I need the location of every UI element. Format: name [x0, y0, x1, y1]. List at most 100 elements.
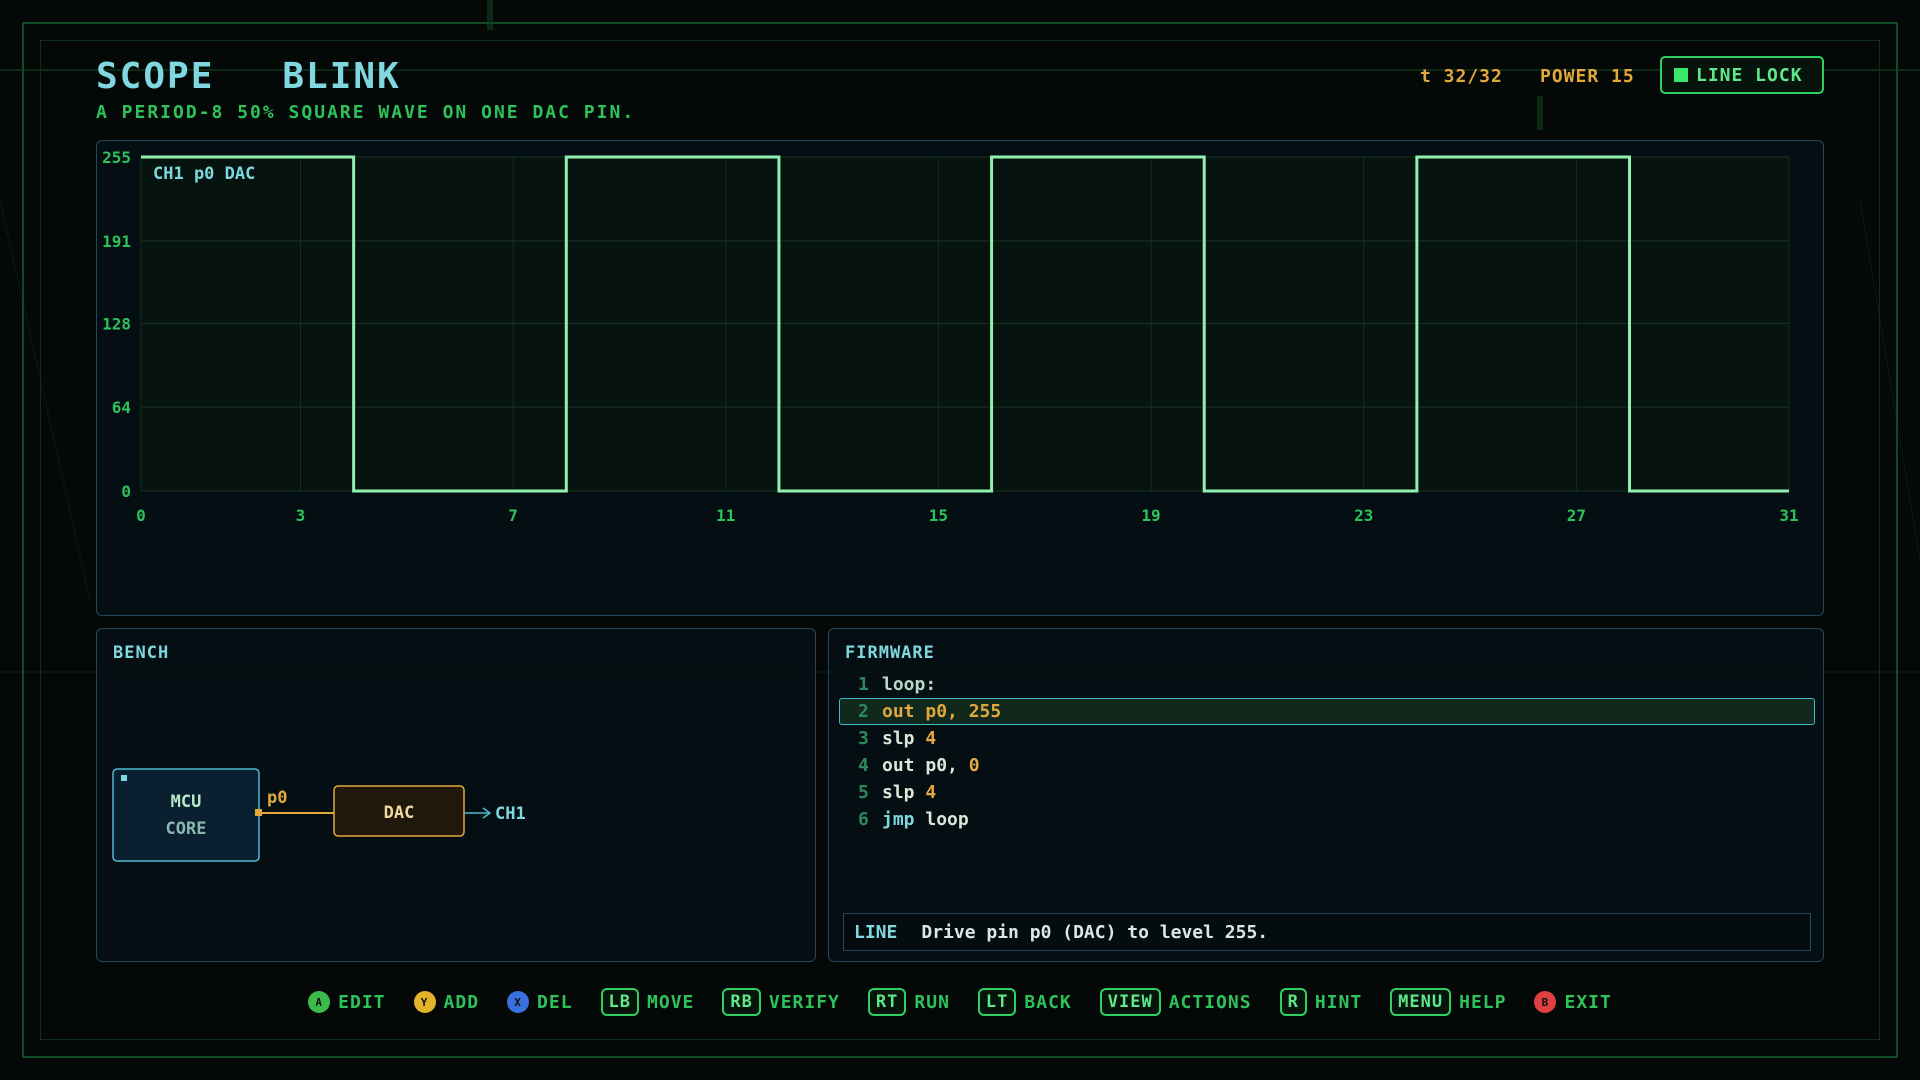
y-tick-label: 128 [102, 314, 131, 333]
mcu-indicator-icon [121, 775, 127, 781]
key-rb-icon: RB [722, 988, 761, 1016]
key-lb-icon: LB [600, 988, 640, 1016]
code-token: out [882, 701, 926, 722]
button-b-icon: B [1534, 991, 1557, 1013]
time-counter: t 32/32 [1420, 66, 1503, 87]
x-tick-label: 7 [508, 506, 518, 525]
bench-panel: BENCH MCU CORE p0 DAC CH1 [96, 628, 816, 962]
key-menu-icon: MENU [1390, 988, 1452, 1016]
key-r-icon: R [1279, 988, 1307, 1016]
y-tick-label: 255 [102, 148, 131, 167]
x-tick-label: 27 [1567, 506, 1586, 525]
line-help-box: LINE Drive pin p0 (DAC) to level 255. [843, 913, 1811, 951]
code-line-1[interactable]: 1 loop: [839, 671, 1815, 698]
code-line-4[interactable]: 4 out p0, 0 [839, 752, 1815, 779]
code-token: p0, [925, 755, 969, 776]
x-tick-label: 0 [136, 506, 146, 525]
code-token: 0 [968, 755, 980, 776]
hint-exit[interactable]: B EXIT [1534, 991, 1611, 1013]
code-line-2[interactable]: 2 out p0, 255 [839, 698, 1815, 725]
code-line-5[interactable]: 5 slp 4 [839, 779, 1815, 806]
hint-hint[interactable]: R HINT [1279, 988, 1363, 1016]
scope-chart: 0 64 128 191 255 0 3 7 11 15 19 23 27 31 CH1 p0 DAC [102, 148, 1799, 525]
code-token: out [882, 755, 926, 776]
x-tick-label: 19 [1141, 506, 1160, 525]
hint-label: BACK [1024, 991, 1072, 1013]
hint-run[interactable]: RT RUN [867, 988, 950, 1016]
y-tick-label: 0 [121, 482, 131, 501]
code-editor[interactable]: 1 loop: 2 out p0, 255 3 slp 4 4 out p0, 0 5 slp 4… [839, 671, 1815, 833]
hint-label: VERIFY [768, 991, 840, 1013]
x-tick-label: 3 [296, 506, 306, 525]
code-token: slp [882, 728, 926, 749]
hint-del[interactable]: X DEL [507, 991, 573, 1013]
lock-square-icon [1674, 68, 1688, 82]
scope-panel: 0 64 128 191 255 0 3 7 11 15 19 23 27 31 CH1 p0 DAC [96, 140, 1824, 616]
code-line-6[interactable]: 6 jmp loop [839, 806, 1815, 833]
hint-help[interactable]: MENU HELP [1390, 988, 1506, 1016]
line-help-tag: LINE [854, 921, 898, 943]
hint-actions[interactable]: VIEW ACTIONS [1099, 988, 1252, 1016]
hint-label: MOVE [647, 991, 695, 1013]
hint-back[interactable]: LT BACK [977, 988, 1072, 1016]
x-tick-label: 23 [1354, 506, 1373, 525]
mcu-core-block[interactable] [112, 768, 260, 862]
firmware-title: FIRMWARE [845, 643, 935, 663]
code-token: loop [925, 809, 969, 830]
mcu-label: MCU [171, 792, 202, 812]
key-rt-icon: RT [867, 988, 907, 1016]
core-label: CORE [166, 819, 207, 839]
button-x-icon: X [507, 991, 530, 1013]
pin-label: p0 [267, 788, 287, 808]
hint-label: RUN [914, 991, 950, 1013]
line-number: 4 [858, 755, 869, 776]
code-line-3[interactable]: 3 slp 4 [839, 725, 1815, 752]
hint-move[interactable]: LB MOVE [600, 988, 695, 1016]
hint-label: HINT [1314, 991, 1363, 1013]
line-number: 2 [858, 701, 869, 722]
code-token: p0, 255 [925, 701, 1002, 722]
x-tick-label: 15 [929, 506, 948, 525]
y-tick-label: 191 [102, 232, 131, 251]
hint-label: DEL [537, 991, 573, 1013]
title-level: BLINK [282, 56, 401, 97]
code-token: loop: [882, 674, 937, 695]
code-token: jmp [882, 809, 926, 830]
code-token: 4 [925, 728, 937, 749]
line-number: 6 [858, 809, 869, 830]
x-tick-label: 11 [716, 506, 735, 525]
line-help-text: Drive pin p0 (DAC) to level 255. [921, 921, 1269, 943]
line-lock-label: LINE LOCK [1696, 64, 1803, 86]
hint-verify[interactable]: RB VERIFY [722, 988, 840, 1016]
hint-label: EDIT [338, 991, 386, 1013]
button-a-icon: A [308, 991, 331, 1013]
bench-diagram: MCU CORE p0 DAC CH1 [112, 768, 526, 862]
hint-label: EXIT [1564, 991, 1612, 1013]
line-number: 5 [858, 782, 869, 803]
hint-label: HELP [1459, 991, 1507, 1013]
firmware-panel: FIRMWARE 1 loop: 2 out p0, 255 3 slp 4 4 out p0… [828, 628, 1824, 962]
page-title: SCOPE BLINK [96, 56, 401, 97]
hint-edit[interactable]: A EDIT [308, 991, 385, 1013]
pin-p0-dot [255, 809, 262, 816]
channel-label: CH1 p0 DAC [153, 164, 255, 184]
power-counter: POWER 15 [1540, 66, 1635, 87]
code-token: slp [882, 782, 926, 803]
hint-add[interactable]: Y ADD [413, 991, 480, 1013]
control-hints-bar: A EDIT Y ADD X DEL LB MOVE RB VERIFY RT RUN LT BACK VI… [0, 984, 1920, 1020]
dac-label: DAC [384, 803, 415, 823]
hint-label: ACTIONS [1168, 991, 1252, 1013]
line-number: 1 [858, 674, 869, 695]
y-tick-label: 64 [112, 398, 131, 417]
hint-label: ADD [443, 991, 480, 1013]
line-number: 3 [858, 728, 869, 749]
x-tick-label: 31 [1779, 506, 1798, 525]
level-description: A PERIOD-8 50% SQUARE WAVE ON ONE DAC PI… [96, 102, 636, 123]
ch1-output-label: CH1 [495, 804, 526, 824]
title-scope: SCOPE [96, 56, 215, 97]
key-view-icon: VIEW [1099, 988, 1161, 1016]
code-token: 4 [925, 782, 937, 803]
button-y-icon: Y [413, 991, 436, 1013]
key-lt-icon: LT [977, 988, 1017, 1016]
line-lock-button[interactable]: LINE LOCK [1660, 56, 1824, 94]
